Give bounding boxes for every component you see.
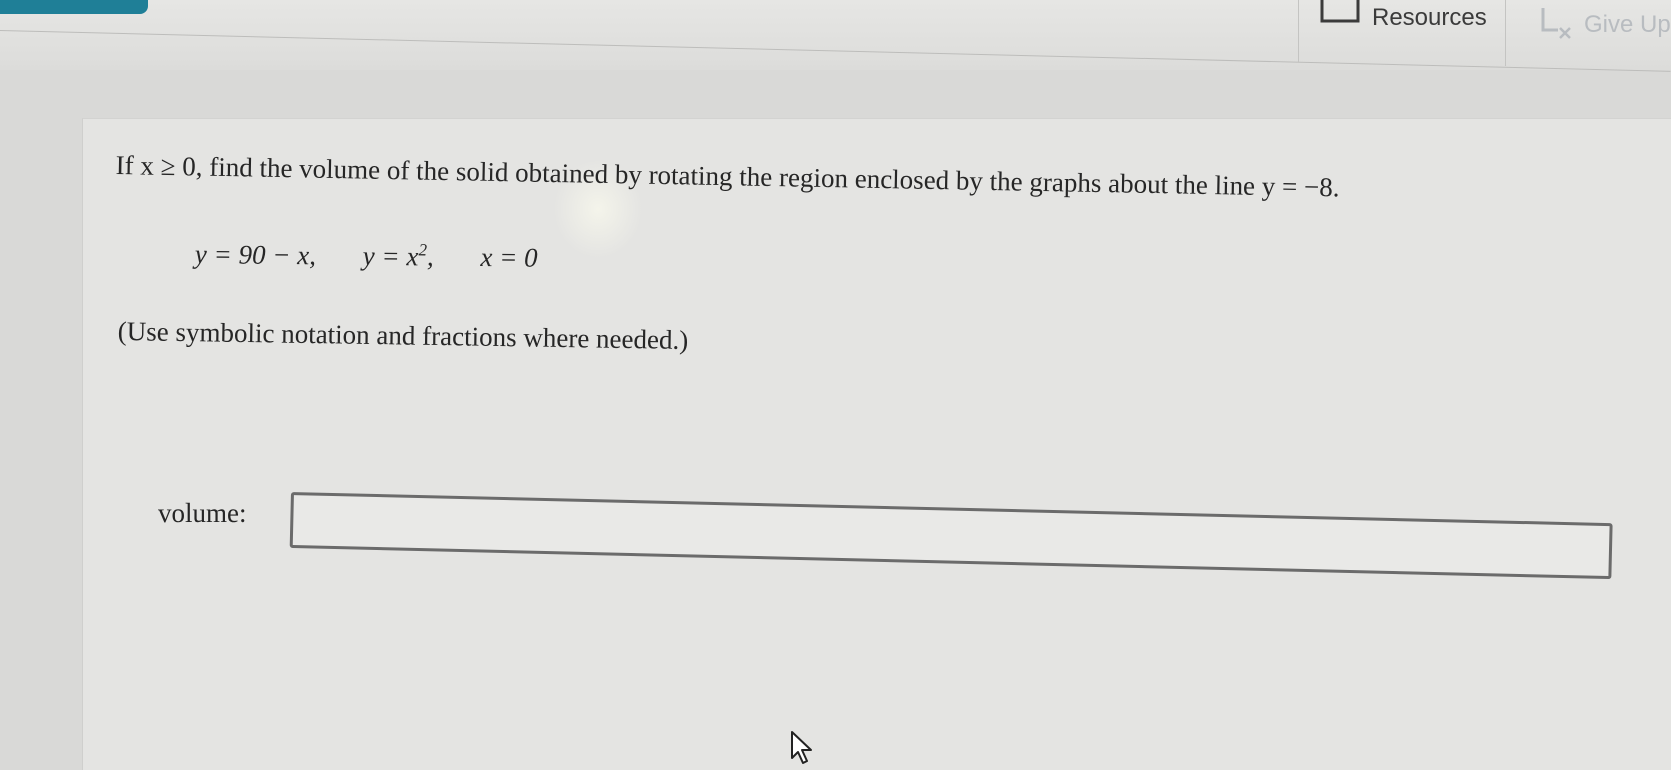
toolbar-divider [1298, 0, 1299, 62]
top-toolbar: Resources Give Up [0, 0, 1671, 72]
equation-parabola: y = x2, [362, 240, 434, 272]
equation-parabola-exponent: 2 [418, 240, 428, 260]
give-up-icon [1541, 8, 1571, 39]
toolbar-bottom-line [0, 30, 1671, 72]
equation-parabola-tail: , [426, 241, 434, 272]
equation-vertical-axis: x = 0 [480, 241, 538, 273]
give-up-button[interactable]: Give Up [1540, 0, 1671, 50]
teal-header-tab [0, 0, 148, 14]
resources-icon [1320, 0, 1360, 23]
mouse-cursor-icon [791, 731, 812, 764]
resources-label: Resources [1372, 4, 1487, 31]
equation-parabola-base: y = x [362, 240, 419, 272]
equations: y = 90 − x, y = x2, x = 0 [195, 238, 578, 274]
equation-line: y = 90 − x, [194, 238, 317, 271]
give-up-label: Give Up [1584, 11, 1671, 38]
question-card [82, 118, 1671, 770]
toolbar-divider-2 [1505, 0, 1506, 66]
volume-label: volume: [158, 498, 247, 528]
resources-button[interactable]: Resources [1320, 0, 1487, 36]
